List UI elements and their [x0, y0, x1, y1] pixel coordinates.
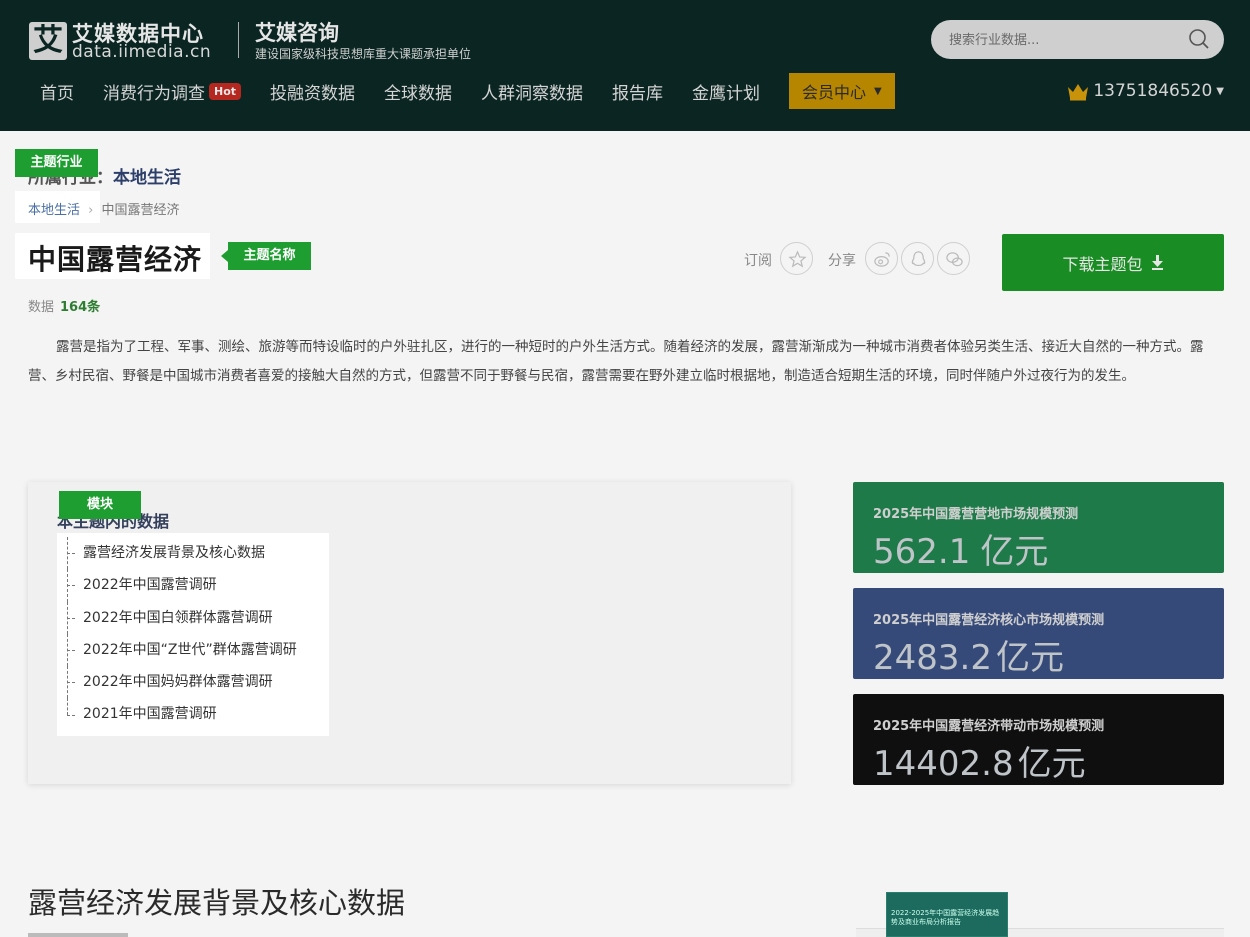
- nav-label: 金鹰计划: [692, 83, 761, 104]
- nav-label: 全球数据: [384, 83, 453, 104]
- nav-label: 报告库: [612, 83, 664, 104]
- download-topic-button[interactable]: 下载主题包: [1002, 234, 1224, 291]
- stat-number: 562.1: [873, 532, 971, 572]
- module-item[interactable]: 露营经济发展背景及核心数据: [67, 537, 329, 570]
- stat-value: 562.1 亿元: [873, 524, 1204, 573]
- module-item[interactable]: 2021年中国露营调研: [67, 698, 329, 730]
- nav-consumer-survey[interactable]: 消费行为调查 Hot: [103, 73, 242, 109]
- stat-label: 2025年中国露营营地市场规模预测: [873, 507, 1079, 522]
- logo-mark[interactable]: 艾: [29, 22, 67, 60]
- stat-card-driven-market[interactable]: 2025年中国露营经济带动市场规模预测 14402.8 亿元: [853, 694, 1224, 785]
- caret-down-icon: ▼: [1216, 85, 1224, 97]
- main-nav: 首页 消费行为调查 Hot 投融资数据 全球数据 人群洞察数据 报告库 金鹰计划 …: [28, 73, 895, 109]
- user-menu[interactable]: 13751846520 ▼: [1066, 81, 1224, 101]
- module-item[interactable]: 2022年中国妈妈群体露营调研: [67, 666, 329, 699]
- stat-label: 2025年中国露营经济带动市场规模预测: [873, 719, 1105, 734]
- module-tree: 露营经济发展背景及核心数据 2022年中国露营调研 2022年中国白领群体露营调…: [57, 533, 329, 736]
- share-wechat-button[interactable]: [937, 242, 970, 275]
- weibo-icon: [874, 252, 890, 267]
- count-value: 164条: [60, 300, 101, 315]
- report-thumbnail[interactable]: 2022-2025年中国露营经济发展趋势及商业布局分析报告: [886, 892, 1008, 937]
- download-label: 下载主题包: [1062, 254, 1143, 274]
- stat-unit: 亿元: [1017, 744, 1086, 784]
- nav-report-library[interactable]: 报告库: [612, 73, 663, 109]
- count-label: 数据: [28, 300, 55, 315]
- nav-audience-insight[interactable]: 人群洞察数据: [481, 73, 583, 109]
- consult-tagline: 建设国家级科技思想库重大课题承担单位: [255, 47, 472, 61]
- nav-label: 投融资数据: [270, 83, 356, 104]
- share-weibo-button[interactable]: [865, 242, 898, 275]
- stat-unit: 亿元: [980, 532, 1049, 572]
- breadcrumb-link[interactable]: 本地生活: [28, 203, 80, 218]
- report-thumb-title: 2022-2025年中国露营经济发展趋势及商业布局分析报告: [891, 909, 1000, 926]
- industry-name[interactable]: 本地生活: [113, 168, 181, 188]
- hot-badge: Hot: [209, 82, 242, 100]
- crown-icon: [1068, 84, 1089, 101]
- stat-card-campsite[interactable]: 2025年中国露营营地市场规模预测 562.1 亿元: [853, 482, 1224, 573]
- stat-value: 2483.2 亿元: [873, 630, 1204, 679]
- section-underline: [28, 933, 128, 937]
- share-qq-button[interactable]: [901, 242, 934, 275]
- caret-down-icon: ▼: [874, 85, 882, 97]
- tag-module: 模块: [59, 491, 141, 519]
- module-item[interactable]: 2022年中国露营调研: [67, 569, 329, 602]
- stat-label: 2025年中国露营经济核心市场规模预测: [873, 613, 1105, 628]
- nav-label: 首页: [40, 83, 74, 104]
- subscribe-button[interactable]: [780, 242, 813, 275]
- search-box: [931, 20, 1224, 59]
- star-icon: [788, 250, 807, 268]
- member-center-label: 会员中心: [802, 83, 867, 102]
- member-center-button[interactable]: 会员中心 ▼: [789, 73, 895, 109]
- tag-topic-industry: 主题行业: [15, 149, 98, 177]
- wechat-icon: [946, 252, 963, 267]
- logo-divider: [238, 22, 239, 58]
- stat-number: 14402.8: [873, 744, 1014, 784]
- user-phone: 13751846520: [1093, 81, 1213, 101]
- search-input[interactable]: [949, 30, 1169, 50]
- nav-investment-data[interactable]: 投融资数据: [270, 73, 355, 109]
- data-count: 数据 164条: [28, 296, 100, 315]
- section-title: 露营经济发展背景及核心数据: [28, 886, 406, 920]
- qq-icon: [911, 251, 926, 267]
- site-header: 艾 艾媒数据中心 data.iimedia.cn 艾媒咨询 建设国家级科技思想库…: [0, 0, 1250, 131]
- topic-description: 露营是指为了工程、军事、测绘、旅游等而特设临时的户外驻扎区，进行的一种短时的户外…: [28, 339, 1204, 384]
- tag-pointer: [221, 250, 228, 262]
- stat-unit: 亿元: [995, 638, 1064, 678]
- breadcrumb: 本地生活 › 中国露营经济: [28, 199, 180, 218]
- nav-home[interactable]: 首页: [40, 73, 74, 109]
- subscribe-label: 订阅: [744, 253, 772, 269]
- page-title: 中国露营经济: [28, 243, 203, 276]
- stat-value: 14402.8 亿元: [873, 736, 1204, 785]
- module-item[interactable]: 2022年中国白领群体露营调研: [67, 601, 329, 635]
- stat-number: 2483.2: [873, 638, 992, 678]
- nav-label: 消费行为调查: [103, 83, 205, 104]
- breadcrumb-current: 中国露营经济: [101, 203, 180, 218]
- search-icon[interactable]: [1188, 28, 1210, 50]
- consult-logo[interactable]: 艾媒咨询: [255, 17, 339, 47]
- breadcrumb-separator: ›: [88, 203, 94, 218]
- share-label: 分享: [828, 253, 856, 269]
- tag-topic-name: 主题名称: [228, 242, 311, 270]
- module-item[interactable]: 2022年中国“Z世代”群体露营调研: [67, 633, 329, 667]
- download-icon: [1151, 255, 1163, 270]
- nav-label: 人群洞察数据: [481, 83, 584, 104]
- nav-global-data[interactable]: 全球数据: [384, 73, 452, 109]
- stat-card-core-market[interactable]: 2025年中国露营经济核心市场规模预测 2483.2 亿元: [853, 588, 1224, 679]
- nav-golden-eagle[interactable]: 金鹰计划: [692, 73, 760, 109]
- logo-domain: data.iimedia.cn: [72, 42, 212, 62]
